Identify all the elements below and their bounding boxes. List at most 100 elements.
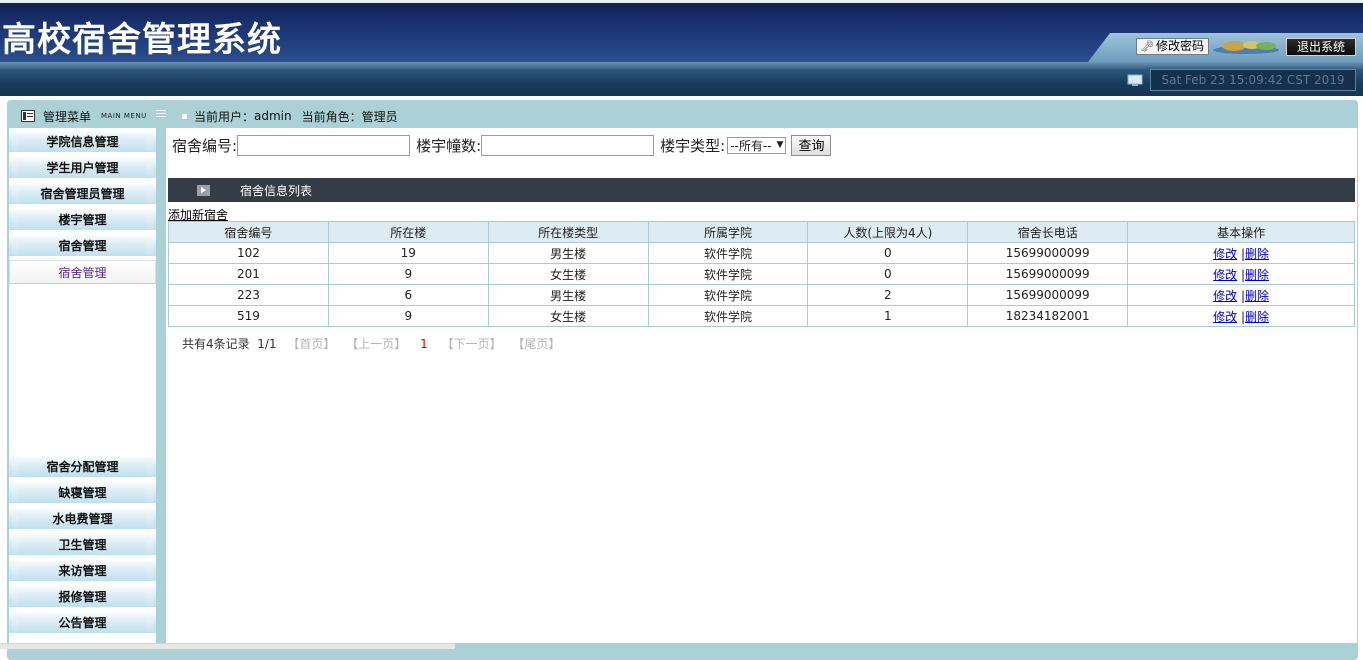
monitor-icon [1127,74,1143,86]
cell-dorm-no: 102 [168,242,329,264]
dorm-no-input[interactable] [237,134,411,156]
list-title-bar: 宿舍信息列表 [168,178,1355,202]
logout-button[interactable]: 退出系统 [1286,38,1356,56]
building-type-select[interactable]: --所有-- ▼ [727,136,787,154]
cell-dorm-no: 201 [168,263,329,285]
cell-phone: 15699000099 [967,263,1129,285]
sidebar-item-announcements[interactable]: 公告管理 [9,611,156,635]
dorm-no-label: 宿舍编号: [172,136,238,155]
user-info: 当前用户： admin 当前角色： 管理员 [182,104,398,128]
sidebar-item-dorm-allocation[interactable]: 宿舍分配管理 [9,455,156,479]
building-count-label: 楼宇幢数: [416,136,482,155]
sidebar-item-absence[interactable]: 缺寝管理 [9,481,156,505]
sidebar-item-visitors[interactable]: 来访管理 [9,559,156,583]
sidebar-item-dorms[interactable]: 宿舍管理 [9,234,156,258]
cell-college: 软件学院 [647,305,809,327]
delete-link[interactable]: 删除 [1245,310,1269,324]
building-count-input[interactable] [481,134,655,156]
sidebar-subitem-dorms[interactable]: 宿舍管理 [9,260,156,284]
current-user-label: 当前用户： [194,109,255,124]
column-header: 所在楼类型 [487,221,649,243]
cell-building: 6 [327,284,489,306]
cell-count: 0 [807,263,969,285]
pagination: 共有4条记录 1/1 【首页】 【上一页】 1 【下一页】 【尾页】 [182,335,560,352]
header-top-line [0,0,1363,3]
total-records: 共有4条记录 [182,337,250,351]
sidebar: 学院信息管理 学生用户管理 宿舍管理员管理 楼宇管理 宿舍管理 宿舍管理 宿舍分… [9,128,156,643]
table-header-row: 宿舍编号 所在楼 所在楼类型 所属学院 人数(上限为4人) 宿舍长电话 基本操作 [168,221,1355,243]
delete-link[interactable]: 删除 [1245,268,1269,282]
cell-phone: 18234182001 [967,305,1129,327]
content-area: 宿舍编号: 楼宇幢数: 楼宇类型: --所有-- ▼ 查询 宿舍信息列表 添加新… [166,128,1357,643]
sidebar-item-hygiene[interactable]: 卫生管理 [9,533,156,557]
current-role: 管理员 [361,109,398,124]
menu-title: 管理菜单 [43,109,92,124]
cell-college: 软件学院 [647,242,809,264]
column-header: 宿舍长电话 [967,221,1129,243]
sidebar-item-dorm-admins[interactable]: 宿舍管理员管理 [9,182,156,206]
edit-link[interactable]: 修改 [1213,289,1237,303]
edit-link[interactable]: 修改 [1213,268,1237,282]
cell-actions: 修改 |删除 [1127,263,1355,285]
menu-icon [21,110,35,122]
key-icon: 🗝 [1140,40,1154,53]
bullet-icon [182,113,187,119]
cell-college: 软件学院 [647,263,809,285]
last-page-link[interactable]: 【尾页】 [512,337,560,351]
datetime-display: Sat Feb 23 15:09:42 CST 2019 [1150,69,1356,91]
sidebar-item-repairs[interactable]: 报修管理 [9,585,156,609]
edit-link[interactable]: 修改 [1213,310,1237,324]
cell-type: 男生楼 [487,242,649,264]
cell-dorm-no: 519 [168,305,329,327]
sidebar-item-buildings[interactable]: 楼宇管理 [9,208,156,232]
status-bar: Sat Feb 23 15:09:42 CST 2019 [0,62,1363,96]
page-indicator: 1/1 [257,337,277,351]
delete-link[interactable]: 删除 [1245,247,1269,261]
cell-building: 9 [327,263,489,285]
query-button[interactable]: 查询 [791,134,832,156]
change-password-label: 修改密码 [1155,39,1204,53]
current-page: 1 [420,337,428,351]
change-password-button[interactable]: 🗝 修改密码 [1136,38,1209,55]
cell-phone: 15699000099 [967,284,1129,306]
cell-count: 2 [807,284,969,306]
cell-actions: 修改 |删除 [1127,242,1355,264]
current-role-label: 当前角色： [301,109,362,124]
menu-subtitle: MAIN MENU [101,112,147,120]
dorm-table: 宿舍编号 所在楼 所在楼类型 所属学院 人数(上限为4人) 宿舍长电话 基本操作… [168,221,1355,327]
cell-actions: 修改 |删除 [1127,305,1355,327]
cell-count: 0 [807,242,969,264]
cell-phone: 15699000099 [967,242,1129,264]
cell-type: 女生楼 [487,263,649,285]
column-header: 所属学院 [647,221,809,243]
next-page-link[interactable]: 【下一页】 [442,337,502,351]
cell-building: 9 [327,305,489,327]
cell-type: 男生楼 [487,284,649,306]
column-header: 所在楼 [327,221,489,243]
app-title: 高校宿舍管理系统 [2,20,282,60]
column-header: 基本操作 [1127,221,1355,243]
table-row: 102 19 男生楼 软件学院 0 15699000099 修改 |删除 [168,242,1355,264]
delete-link[interactable]: 删除 [1245,289,1269,303]
edit-link[interactable]: 修改 [1213,247,1237,261]
sidebar-item-college-info[interactable]: 学院信息管理 [9,130,156,154]
prev-page-link[interactable]: 【上一页】 [346,337,406,351]
table-row: 223 6 男生楼 软件学院 2 15699000099 修改 |删除 [168,284,1355,306]
play-icon [197,184,210,196]
cell-building: 19 [327,242,489,264]
menu-header: 管理菜单 MAIN MENU [9,104,156,128]
collapse-menu-icon[interactable] [156,109,166,119]
sidebar-item-student-users[interactable]: 学生用户管理 [9,156,156,180]
first-page-link[interactable]: 【首页】 [287,337,335,351]
horizontal-scrollbar[interactable] [0,643,455,649]
cell-type: 女生楼 [487,305,649,327]
cell-count: 1 [807,305,969,327]
column-header: 宿舍编号 [168,221,329,243]
sidebar-item-utilities[interactable]: 水电费管理 [9,507,156,531]
search-form: 宿舍编号: 楼宇幢数: 楼宇类型: --所有-- ▼ 查询 [172,134,832,156]
cell-college: 软件学院 [647,284,809,306]
table-row: 519 9 女生楼 软件学院 1 18234182001 修改 |删除 [168,305,1355,327]
users-icon [1213,41,1279,54]
cell-actions: 修改 |删除 [1127,284,1355,306]
building-type-selected: --所有-- [730,138,772,153]
